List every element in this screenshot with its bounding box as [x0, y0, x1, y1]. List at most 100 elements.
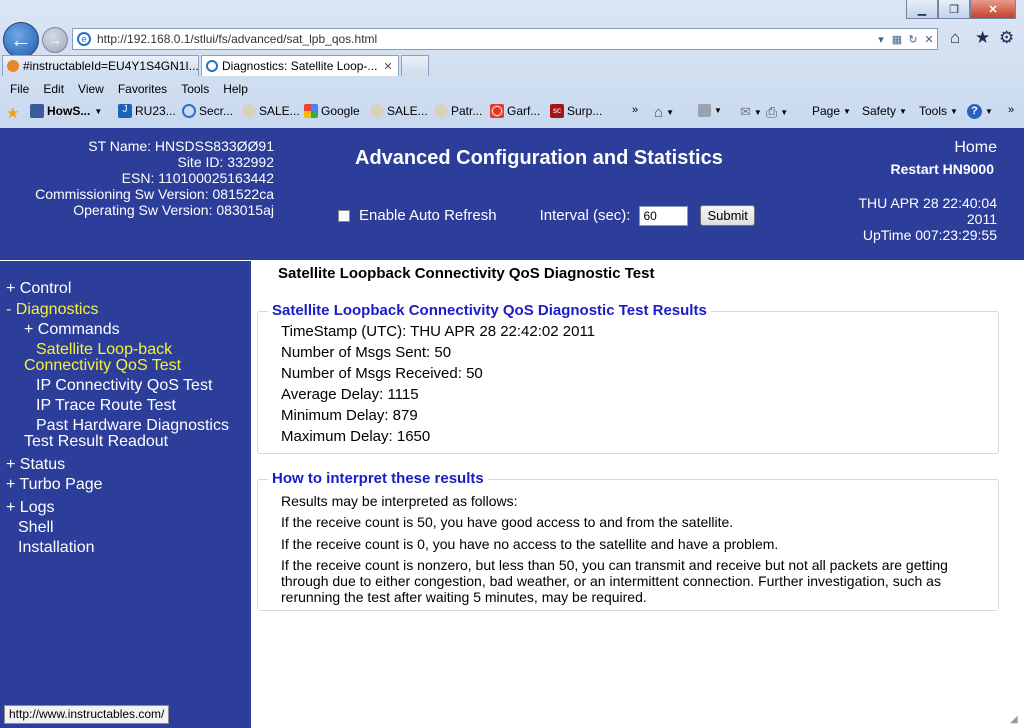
menu-help[interactable]: Help	[216, 80, 255, 98]
auto-refresh-checkbox[interactable]	[338, 209, 350, 222]
interval-label: Interval (sec):	[539, 207, 631, 224]
site-id: Site ID: 332992	[177, 154, 274, 170]
menu-favorites[interactable]: Favorites	[111, 80, 174, 98]
current-date: THU APR 28 22:40:04	[858, 195, 997, 211]
tab-diagnostics[interactable]: Diagnostics: Satellite Loop-... ✕	[201, 55, 399, 76]
instructables-icon	[7, 60, 19, 72]
sidebar-item-sat-loopback-line1[interactable]: Satellite Loop-back	[36, 341, 172, 358]
restart-link[interactable]: Restart HN9000	[891, 161, 995, 177]
menu-tools[interactable]: Tools	[174, 80, 216, 98]
station-info: ST Name: HNSDSS833ØØ91 Site ID: 332992 E…	[35, 138, 274, 218]
printer-icon: ⎙	[766, 104, 778, 120]
tab-strip: #instructableId=EU4Y1S4GN1I... Diagnosti…	[0, 53, 1024, 77]
window-controls: ▁ ❐ ✕	[906, 0, 1016, 19]
favorite-surp[interactable]: sc Surp...	[550, 104, 602, 118]
j-site-icon: J	[118, 104, 132, 118]
interpret-intro: Results may be interpreted as follows:	[281, 493, 518, 509]
google-icon	[304, 104, 318, 118]
result-msgs-received: Number of Msgs Received: 50	[281, 365, 483, 382]
results-panel: Satellite Loopback Connectivity QoS Diag…	[257, 302, 999, 454]
minimize-button[interactable]: ▁	[906, 0, 938, 19]
mail-command[interactable]: ✉ ▼	[740, 104, 762, 120]
result-minimum-delay: Minimum Delay: 879	[281, 407, 418, 424]
safety-menu[interactable]: Safety ▼	[862, 104, 907, 118]
mail-icon: ✉	[740, 104, 751, 119]
system-time: THU APR 28 22:40:04 2011 UpTime 007:23:2…	[858, 195, 997, 243]
operating-sw-version: Operating Sw Version: 083015aj	[73, 202, 274, 218]
resize-grip-icon[interactable]: ◢	[1010, 714, 1022, 726]
skull-icon	[242, 104, 256, 118]
sc-site-icon: sc	[550, 104, 564, 118]
address-bar[interactable]: e http://192.168.0.1/stlui/fs/advanced/s…	[72, 28, 938, 50]
new-tab-button[interactable]	[401, 55, 429, 76]
auto-refresh-label: Enable Auto Refresh	[359, 207, 497, 224]
help-command[interactable]: ? ▼	[967, 104, 993, 119]
home-link[interactable]: Home	[954, 139, 997, 157]
auto-refresh-controls: Enable Auto Refresh Interval (sec): Subm…	[338, 205, 755, 226]
print-command[interactable]: ⎙ ▼	[766, 104, 788, 121]
favorite-hows[interactable]: HowS... ▼	[30, 104, 102, 118]
test-heading: Satellite Loopback Connectivity QoS Diag…	[278, 265, 655, 282]
close-tab-icon[interactable]: ✕	[383, 60, 392, 73]
sidebar-item-status[interactable]: + Status	[6, 456, 65, 473]
result-msgs-sent: Number of Msgs Sent: 50	[281, 344, 452, 361]
favorite-garf[interactable]: Garf...	[490, 104, 540, 118]
address-url[interactable]: http://192.168.0.1/stlui/fs/advanced/sat…	[97, 32, 873, 46]
main-content: Satellite Loopback Connectivity QoS Diag…	[252, 261, 1024, 728]
ie-page-icon	[206, 60, 218, 72]
sidebar-item-installation[interactable]: Installation	[18, 539, 95, 556]
compatibility-view-icon[interactable]: ▦	[889, 33, 905, 46]
sidebar-item-shell[interactable]: Shell	[18, 519, 54, 536]
interpret-count-50: If the receive count is 50, you have goo…	[281, 514, 734, 530]
address-dropdown-icon[interactable]: ▾	[873, 33, 889, 46]
stop-icon[interactable]: ✕	[921, 33, 937, 46]
sidebar-item-sat-loopback-line2[interactable]: Connectivity QoS Test	[24, 357, 181, 374]
sidebar-item-commands[interactable]: + Commands	[24, 321, 120, 338]
favorite-ru23[interactable]: J RU23...	[118, 104, 176, 118]
tools-gear-icon[interactable]: ⚙	[999, 28, 1014, 48]
flower-icon	[490, 104, 504, 118]
home-icon[interactable]: ⌂	[950, 28, 960, 48]
skull-icon	[370, 104, 384, 118]
interval-input[interactable]	[639, 205, 689, 226]
sidebar-item-control[interactable]: + Control	[6, 280, 71, 297]
favorites-star-icon[interactable]: ★	[975, 28, 990, 48]
back-arrow-icon: ←	[10, 27, 32, 52]
sidebar-item-past-hw-line1[interactable]: Past Hardware Diagnostics	[36, 417, 229, 434]
close-window-button[interactable]: ✕	[970, 0, 1016, 19]
menu-file[interactable]: File	[0, 80, 36, 98]
uptime: UpTime 007:23:29:55	[862, 227, 997, 243]
tab-instructables[interactable]: #instructableId=EU4Y1S4GN1I...	[2, 55, 199, 76]
menu-view[interactable]: View	[71, 80, 111, 98]
sidebar-item-ip-trace-route[interactable]: IP Trace Route Test	[36, 397, 176, 414]
submit-button[interactable]: Submit	[700, 205, 755, 226]
refresh-icon[interactable]: ↻	[905, 33, 921, 46]
sidebar-item-diagnostics[interactable]: - Diagnostics	[6, 301, 98, 318]
restore-button[interactable]: ❐	[938, 0, 970, 19]
page-header: ST Name: HNSDSS833ØØ91 Site ID: 332992 E…	[0, 128, 1024, 260]
result-average-delay: Average Delay: 1115	[281, 386, 419, 403]
sidebar-item-turbo-page[interactable]: + Turbo Page	[6, 476, 103, 493]
home-command[interactable]: ⌂ ▼	[654, 104, 674, 121]
results-legend: Satellite Loopback Connectivity QoS Diag…	[268, 302, 711, 319]
favorite-google[interactable]: Google	[304, 104, 360, 118]
more-favorites-icon[interactable]: »	[632, 104, 638, 116]
page-menu[interactable]: Page ▼	[812, 104, 851, 118]
feeds-command[interactable]: ▼	[698, 104, 722, 117]
sidebar-item-logs[interactable]: + Logs	[6, 499, 54, 516]
forward-button[interactable]: →	[42, 27, 68, 53]
sidebar-item-past-hw-line2[interactable]: Test Result Readout	[24, 433, 168, 450]
result-maximum-delay: Maximum Delay: 1650	[281, 428, 431, 445]
favorites-add-icon[interactable]: ★	[6, 104, 19, 122]
sidebar-item-ip-connectivity-qos[interactable]: IP Connectivity QoS Test	[36, 377, 212, 394]
favorite-sale-2[interactable]: SALE...	[370, 104, 428, 118]
commissioning-sw-version: Commissioning Sw Version: 081522ca	[35, 186, 274, 202]
sidebar-nav: + Control - Diagnostics + Commands Satel…	[0, 261, 251, 728]
menu-edit[interactable]: Edit	[36, 80, 71, 98]
favorite-secr[interactable]: Secr...	[182, 104, 233, 118]
current-year: 2011	[966, 211, 997, 227]
tools-menu[interactable]: Tools ▼	[919, 104, 958, 118]
more-commands-icon[interactable]: »	[1008, 104, 1014, 116]
favorite-sale-1[interactable]: SALE...	[242, 104, 300, 118]
favorite-patr[interactable]: Patr...	[434, 104, 482, 118]
